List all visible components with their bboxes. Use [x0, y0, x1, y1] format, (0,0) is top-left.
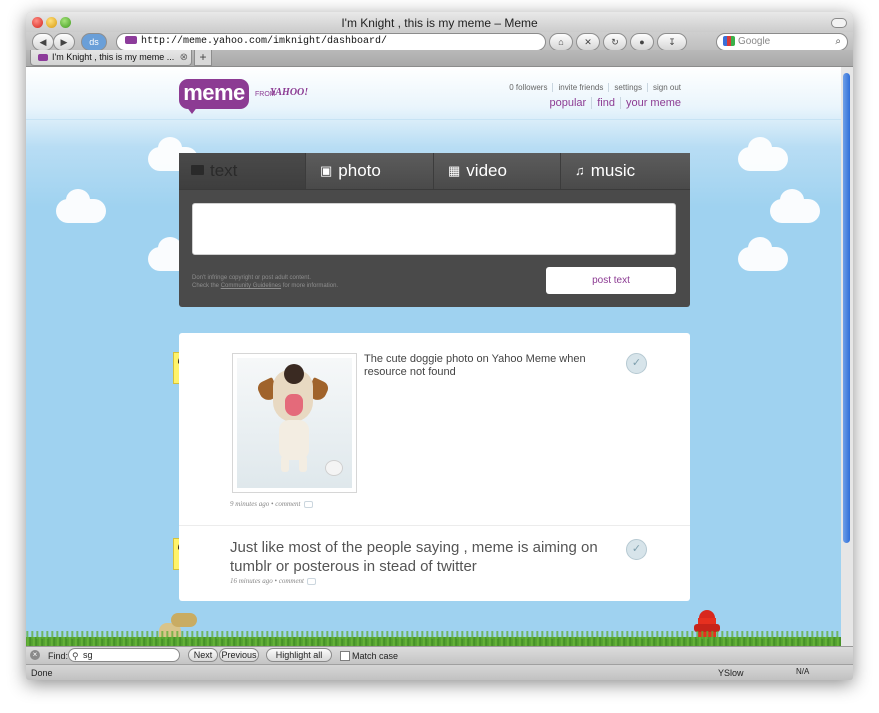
post-meta: 9 minutes ago • comment — [230, 500, 313, 508]
comment-icon — [307, 577, 317, 585]
new-tab-button[interactable]: + — [194, 50, 212, 66]
popular-link[interactable]: popular — [545, 97, 592, 109]
community-guidelines-link[interactable]: Community Guidelines — [221, 283, 281, 289]
comment-link[interactable]: comment — [275, 500, 300, 508]
search-placeholder: Google — [738, 36, 771, 47]
find-label: Find: — [48, 651, 69, 661]
browser-window: I'm Knight , this is my meme – Meme ◀ ▶ … — [26, 12, 853, 680]
cloud-decoration — [56, 189, 106, 223]
navigation-toolbar: ◀ ▶ ds http://meme.yahoo.com/imknight/da… — [26, 32, 853, 52]
film-icon: ▦ — [448, 163, 461, 178]
disclaimer-tail: for more information. — [282, 283, 339, 289]
speech-bubble-icon — [191, 165, 204, 175]
post-textarea[interactable] — [192, 203, 676, 255]
check-icon[interactable]: ✓ — [626, 353, 647, 374]
comment-icon — [303, 500, 313, 508]
tab-music[interactable]: ♫ music — [560, 153, 690, 189]
your-meme-link[interactable]: your meme — [619, 97, 686, 109]
tab-video-label: video — [466, 161, 507, 180]
post-photo[interactable] — [232, 353, 357, 493]
scrollbar-thumb[interactable] — [843, 73, 850, 543]
search-field[interactable]: Google ⌕ — [716, 33, 848, 51]
dog-photo — [237, 358, 352, 488]
main-nav: popular find your meme — [545, 97, 686, 109]
cloud-decoration — [738, 237, 788, 271]
sign-out-link[interactable]: sign out — [646, 83, 686, 92]
tab-video[interactable]: ▦ video — [433, 153, 560, 189]
find-next-button[interactable]: Next — [188, 648, 218, 662]
close-find-icon[interactable]: × — [30, 650, 40, 660]
disclaimer-check: Check the — [192, 283, 220, 289]
status-bar: Done YSlow N/A — [26, 664, 853, 680]
post-time[interactable]: 9 minutes ago — [230, 500, 269, 508]
magnifier-icon: ⚲ — [72, 651, 79, 661]
page-viewport: meme FROM YAHOO! 0 followers invite frien… — [26, 67, 841, 656]
home-icon[interactable]: ⌂ — [549, 33, 573, 51]
download-icon[interactable]: ↧ — [657, 33, 687, 51]
search-icon: ⌕ — [835, 36, 841, 47]
vertical-scrollbar[interactable] — [841, 67, 853, 656]
tab-bar: I'm Knight , this is my meme ... ⊗ + — [26, 50, 853, 67]
tab-favicon — [38, 54, 48, 62]
account-links: 0 followers invite friends settings sign ou… — [504, 83, 686, 92]
evernote-icon[interactable]: ● — [630, 33, 654, 51]
status-text: Done — [31, 668, 53, 678]
tab-text-label: text — [210, 161, 238, 180]
find-query: sg — [83, 650, 93, 660]
meme-logo[interactable]: meme — [179, 79, 249, 109]
highlight-all-button[interactable]: Highlight all — [266, 648, 332, 662]
tab-music-label: music — [590, 161, 636, 180]
music-note-icon: ♫ — [575, 163, 585, 178]
post-divider — [179, 525, 690, 526]
post-composer: text ▣ photo ▦ video ♫ music Don't infringe… — [179, 153, 690, 307]
settings-link[interactable]: settings — [608, 83, 647, 92]
logo-tail — [186, 106, 198, 114]
url-text: http://meme.yahoo.com/imknight/dashboard… — [141, 36, 388, 47]
reload-icon[interactable]: ↻ — [603, 33, 627, 51]
post-text: The cute doggie photo on Yahoo Meme when… — [364, 353, 586, 378]
window-title: I'm Knight , this is my meme – Meme — [341, 16, 538, 30]
browser-tab[interactable]: I'm Knight , this is my meme ... ⊗ — [30, 50, 192, 66]
match-case-label: Match case — [352, 651, 399, 661]
delicious-icon[interactable]: ds — [81, 33, 107, 51]
back-button[interactable]: ◀ — [32, 33, 54, 51]
stop-icon[interactable]: ✕ — [576, 33, 600, 51]
yslow-label[interactable]: YSlow — [718, 668, 744, 678]
followers-link[interactable]: 0 followers — [504, 83, 552, 92]
cloud-decoration — [738, 137, 788, 171]
find-bar: × Find: ⚲ sg Next Previous Highlight all … — [26, 646, 853, 665]
invite-friends-link[interactable]: invite friends — [552, 83, 609, 92]
title-bar: I'm Knight , this is my meme – Meme — [26, 12, 853, 34]
header-divider — [26, 119, 841, 120]
close-tab-icon[interactable]: ⊗ — [180, 51, 188, 65]
tab-photo-label: photo — [338, 161, 381, 180]
tab-title: I'm Knight , this is my meme ... — [52, 52, 175, 62]
yahoo-logo: YAHOO! — [270, 87, 309, 98]
disclaimer-text: Don't infringe copyright or post adult c… — [192, 274, 452, 290]
google-icon — [723, 36, 735, 47]
tab-photo[interactable]: ▣ photo — [305, 153, 433, 189]
toolbar-toggle-button[interactable] — [831, 18, 847, 28]
find-input[interactable]: ⚲ sg — [68, 648, 180, 662]
na-indicator: N/A — [796, 667, 810, 676]
camera-icon: ▣ — [320, 163, 333, 178]
post-meta: 16 minutes ago • comment — [230, 577, 317, 585]
post-text-button[interactable]: post text — [546, 267, 676, 294]
composer-tabs: text ▣ photo ▦ video ♫ music — [179, 153, 690, 190]
find-previous-button[interactable]: Previous — [219, 648, 259, 662]
tab-text[interactable]: text — [179, 153, 305, 189]
check-icon[interactable]: ✓ — [626, 539, 647, 560]
post-feed: The cute doggie photo on Yahoo Meme when… — [179, 333, 690, 601]
comment-link[interactable]: comment — [279, 577, 304, 585]
forward-button[interactable]: ▶ — [53, 33, 75, 51]
find-link[interactable]: find — [591, 97, 620, 109]
url-bar[interactable]: http://meme.yahoo.com/imknight/dashboard… — [116, 33, 546, 51]
site-favicon — [125, 36, 137, 45]
match-case-checkbox[interactable] — [340, 651, 350, 661]
cloud-decoration — [770, 189, 820, 223]
disclaimer-line: Don't infringe copyright or post adult c… — [192, 275, 311, 281]
post-text: Just like most of the people saying , me… — [230, 539, 598, 575]
post-time[interactable]: 16 minutes ago — [230, 577, 273, 585]
